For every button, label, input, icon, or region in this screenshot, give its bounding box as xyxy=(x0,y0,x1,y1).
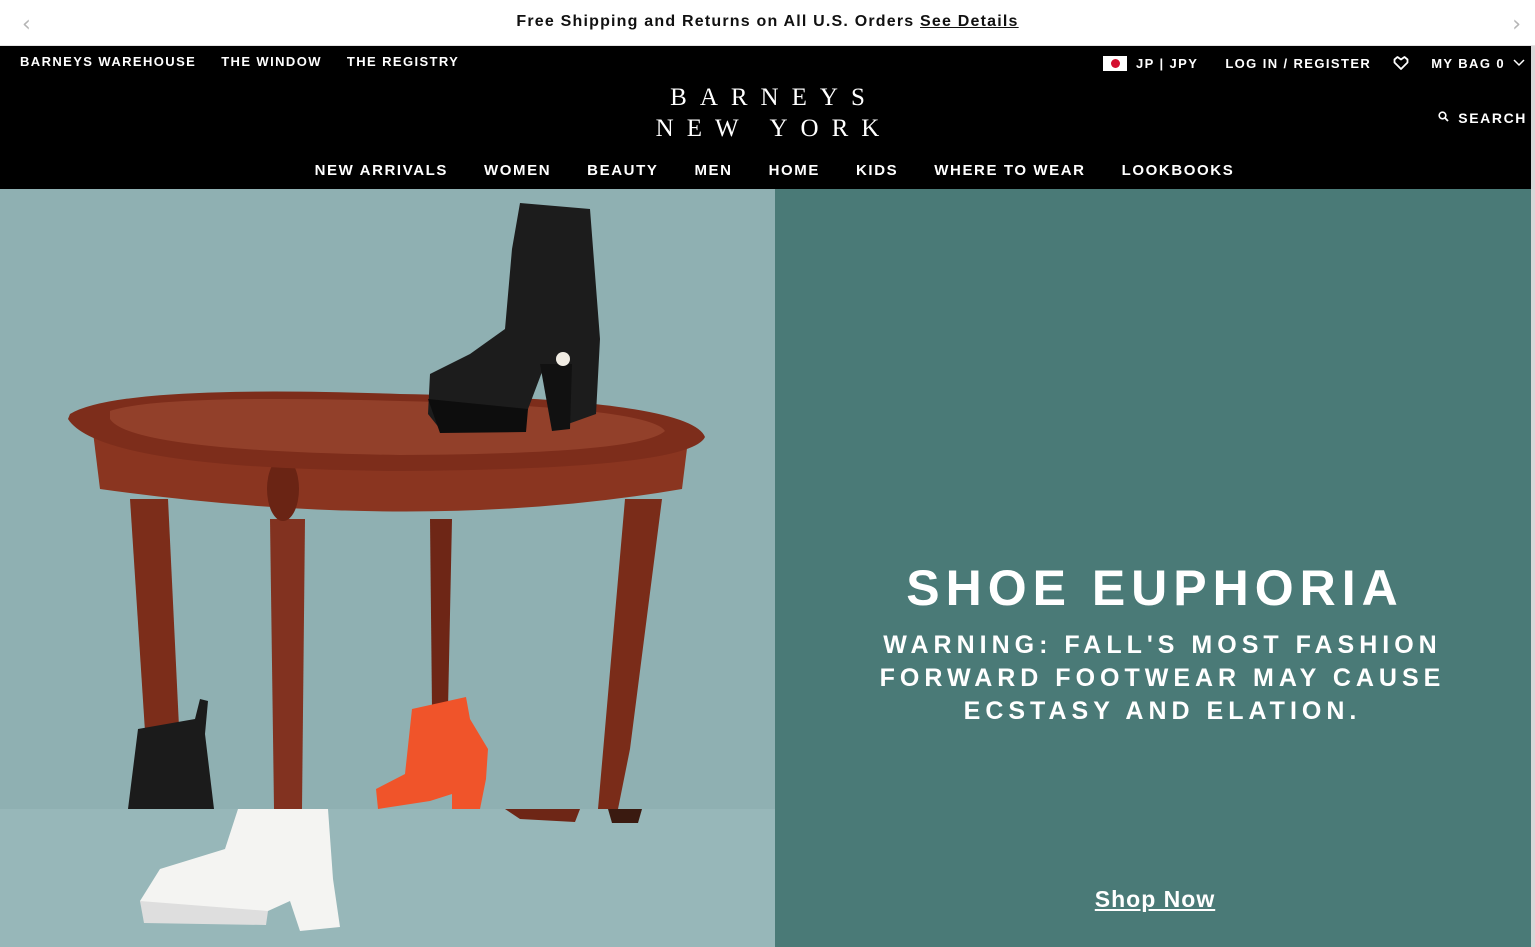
search-button[interactable]: SEARCH xyxy=(1438,109,1527,127)
login-register-link[interactable]: LOG IN / REGISTER xyxy=(1225,56,1371,71)
utility-nav-left: BARNEYS WAREHOUSE THE WINDOW THE REGISTR… xyxy=(20,54,459,69)
nav-women[interactable]: WOMEN xyxy=(484,162,551,179)
nav-where-to-wear[interactable]: WHERE TO WEAR xyxy=(934,162,1085,179)
site-logo[interactable]: BARNEYS NEW YORK xyxy=(0,82,1535,144)
locale-selector[interactable]: JP | JPY xyxy=(1103,55,1199,71)
chevron-down-icon xyxy=(1513,54,1525,72)
the-window-link[interactable]: THE WINDOW xyxy=(221,54,322,69)
the-registry-link[interactable]: THE REGISTRY xyxy=(347,54,459,69)
search-icon xyxy=(1438,109,1449,127)
nav-home[interactable]: HOME xyxy=(769,162,820,179)
locale-label: JP | JPY xyxy=(1136,55,1199,71)
nav-beauty[interactable]: BEAUTY xyxy=(587,162,658,179)
logo-line-2: NEW YORK xyxy=(655,115,893,142)
hero-subtitle: WARNING: FALL'S MOST FASHION FORWARD FOO… xyxy=(879,631,1446,725)
main-nav: NEW ARRIVALS WOMEN BEAUTY MEN HOME KIDS … xyxy=(0,162,1535,179)
heart-icon[interactable] xyxy=(1393,55,1411,71)
nav-kids[interactable]: KIDS xyxy=(856,162,898,179)
nav-men[interactable]: MEN xyxy=(694,162,732,179)
search-label: SEARCH xyxy=(1458,110,1527,126)
japan-flag-icon xyxy=(1103,55,1127,71)
chevron-right-icon[interactable]: › xyxy=(1512,12,1521,37)
nav-new-arrivals[interactable]: NEW ARRIVALS xyxy=(315,162,448,179)
bag-label: MY BAG 0 xyxy=(1431,55,1505,71)
promo-text: Free Shipping and Returns on All U.S. Or… xyxy=(516,13,915,30)
hero-panel: SHOE EUPHORIA WARNING: FALL'S MOST FASHI… xyxy=(775,189,1535,947)
my-bag-button[interactable]: MY BAG 0 xyxy=(1431,54,1525,72)
hero-title: SHOE EUPHORIA xyxy=(906,560,1404,616)
shop-now-link[interactable]: Shop Now xyxy=(1095,886,1215,912)
shoe-table-illustration xyxy=(0,203,775,947)
promo-message: Free Shipping and Returns on All U.S. Or… xyxy=(0,13,1535,31)
hero-image[interactable] xyxy=(0,189,775,947)
site-header: BARNEYS WAREHOUSE THE WINDOW THE REGISTR… xyxy=(0,46,1535,189)
see-details-link[interactable]: See Details xyxy=(920,13,1019,30)
page-scrollbar[interactable] xyxy=(1531,46,1535,947)
logo-line-1: BARNEYS xyxy=(670,84,878,111)
nav-lookbooks[interactable]: LOOKBOOKS xyxy=(1122,162,1235,179)
barneys-warehouse-link[interactable]: BARNEYS WAREHOUSE xyxy=(20,54,196,69)
shop-now-container: Shop Now xyxy=(775,886,1535,913)
utility-nav-right: JP | JPY LOG IN / REGISTER MY BAG 0 xyxy=(1103,54,1525,72)
promo-bar: ‹ Free Shipping and Returns on All U.S. … xyxy=(0,0,1535,46)
